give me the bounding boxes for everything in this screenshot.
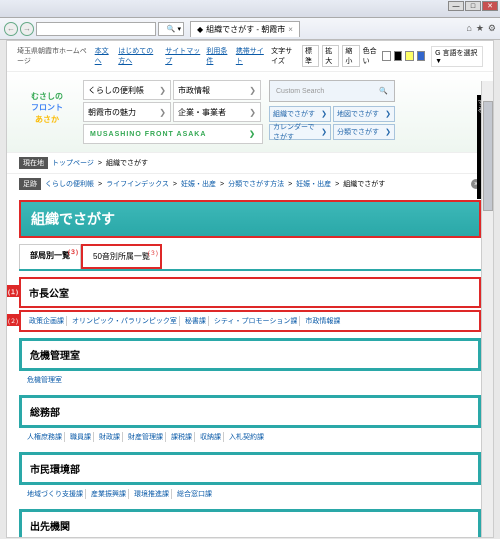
search-placeholder: Custom Search <box>276 88 324 95</box>
logo-line3: あさか <box>35 114 59 125</box>
font-small[interactable]: 縮小 <box>342 45 359 67</box>
search-tab-category[interactable]: 分類でさがす❯ <box>333 124 395 140</box>
scroll-thumb[interactable] <box>483 101 493 211</box>
musashino-banner[interactable]: MUSASHINO FRONT ASAKA❯ <box>83 124 263 144</box>
dept-link[interactable]: 収納課 <box>198 432 224 442</box>
nav-kigyou[interactable]: 企業・事業者❯ <box>173 102 261 122</box>
search-tab-org[interactable]: 組織でさがす❯ <box>269 106 331 122</box>
section-shicho: (１) 市長公室 <box>19 277 481 308</box>
chevron-right-icon: ❯ <box>249 130 256 138</box>
bc-current: 組織でさがす <box>106 158 148 168</box>
address-bar[interactable] <box>36 22 156 36</box>
dept-link[interactable]: オリンピック・パラリンピック室 <box>70 316 180 326</box>
top-link-0[interactable]: 本文へ <box>95 46 113 66</box>
nav-miryoku[interactable]: 朝霞市の魅力❯ <box>83 102 171 122</box>
marker-1: (１) <box>7 285 19 297</box>
dept-link[interactable]: 総合窓口課 <box>175 489 214 499</box>
section-shimin: 市民環境部 <box>19 452 481 485</box>
nav-shisei[interactable]: 市政情報❯ <box>173 80 261 100</box>
bc-link[interactable]: トップページ <box>52 158 94 168</box>
font-std[interactable]: 標準 <box>302 45 319 67</box>
maximize-button[interactable]: □ <box>465 1 481 11</box>
bc-current-label: 現在地 <box>19 157 48 169</box>
search-tab-map[interactable]: 地図でさがす❯ <box>333 106 395 122</box>
bc-link[interactable]: 妊娠・出産 <box>181 179 216 189</box>
color-label: 色合い <box>363 46 380 66</box>
nav-kurashi[interactable]: くらしの便利帳❯ <box>83 80 171 100</box>
tab-badge: (３) <box>148 248 158 257</box>
dept-link[interactable]: 人権庶務課 <box>25 432 65 442</box>
section-desaki: 出先機関 <box>19 509 481 538</box>
logo-line2: フロント <box>31 102 63 113</box>
dept-link[interactable]: 地域づくり支援課 <box>25 489 86 499</box>
tab-gojuon[interactable]: 50音別所属一覧(３) <box>81 244 162 269</box>
color-blue[interactable] <box>417 51 425 61</box>
home-icon[interactable]: ⌂ <box>466 23 471 34</box>
bc-link[interactable]: 妊娠・出産 <box>296 179 331 189</box>
bc-current: 組織でさがす <box>343 179 385 189</box>
page-title: 組織でさがす <box>19 200 481 238</box>
dept-link[interactable]: 産業振興課 <box>89 489 129 499</box>
site-name: 埼玉県朝霞市ホームページ <box>17 46 89 66</box>
tab-close-icon[interactable]: × <box>288 25 293 34</box>
chevron-right-icon: ❯ <box>159 108 166 117</box>
dept-link[interactable]: 秘書課 <box>183 316 209 326</box>
section-soumu: 総務部 <box>19 395 481 428</box>
bc-link[interactable]: くらしの便利帳 <box>45 179 94 189</box>
tab-title: 組織でさがす - 朝霞市 <box>206 24 285 35</box>
bc-history-label: 足跡 <box>19 178 41 190</box>
dept-link[interactable]: 職員課 <box>68 432 94 442</box>
sublist-kiki: 危機管理室 <box>19 371 481 389</box>
dept-link[interactable]: 危機管理室 <box>25 375 64 385</box>
browser-search[interactable]: 🔍 ▾ <box>158 22 184 36</box>
minimize-button[interactable]: — <box>448 1 464 11</box>
site-logo[interactable]: むさしの フロント あさか <box>17 80 77 136</box>
dept-link[interactable]: 環境推進課 <box>132 489 172 499</box>
top-link-2[interactable]: サイトマップ <box>165 46 200 66</box>
star-icon[interactable]: ★ <box>476 23 484 34</box>
top-link-3[interactable]: 利用条件 <box>206 46 229 66</box>
sublist-soumu: 人権庶務課 職員課 財政課 財産管理課 課税課 収納課 入札契約課 <box>19 428 481 446</box>
font-large[interactable]: 拡大 <box>322 45 339 67</box>
scrollbar[interactable] <box>481 81 493 537</box>
marker-2: (２) <box>7 314 19 326</box>
logo-line1: むさしの <box>31 91 63 102</box>
dept-link[interactable]: 財政課 <box>97 432 123 442</box>
chevron-right-icon: ❯ <box>159 86 166 95</box>
close-window-button[interactable]: ✕ <box>482 1 498 11</box>
dept-link[interactable]: 市政情報課 <box>303 316 342 326</box>
color-yellow[interactable] <box>405 51 413 61</box>
search-icon[interactable]: 🔍 <box>379 87 388 95</box>
font-size-label: 文字サイズ <box>271 46 299 66</box>
top-link-4[interactable]: 携帯サイト <box>236 46 265 66</box>
tab-badge: (３) <box>68 247 78 256</box>
tab-favicon: ◆ <box>197 25 203 34</box>
color-black[interactable] <box>394 51 402 61</box>
chevron-right-icon: ❯ <box>249 86 256 95</box>
dept-link[interactable]: 入札契約課 <box>227 432 266 442</box>
google-translate[interactable]: G 言語を選択 ▼ <box>431 46 483 67</box>
top-link-1[interactable]: はじめての方へ <box>118 46 159 66</box>
sublist-shimin: 地域づくり支援課 産業振興課 環境推進課 総合窓口課 <box>19 485 481 503</box>
bc-link[interactable]: 分類でさがす方法 <box>228 179 284 189</box>
sublist-shicho: (２) 政策企画課 オリンピック・パラリンピック室 秘書課 シティ・プロモーショ… <box>19 310 481 332</box>
search-tab-calendar[interactable]: カレンダーでさがす❯ <box>269 124 331 140</box>
back-button[interactable]: ← <box>4 22 18 36</box>
browser-tab[interactable]: ◆ 組織でさがす - 朝霞市 × <box>190 21 300 37</box>
chevron-right-icon: ❯ <box>249 108 256 117</box>
dept-link[interactable]: 財産管理課 <box>126 432 166 442</box>
dept-link[interactable]: 政策企画課 <box>27 316 67 326</box>
dept-link[interactable]: 課税課 <box>169 432 195 442</box>
dept-link[interactable]: シティ・プロモーション課 <box>212 316 300 326</box>
forward-button[interactable]: → <box>20 22 34 36</box>
tab-bukyoku[interactable]: 部局別一覧(３) <box>19 244 81 269</box>
gear-icon[interactable]: ⚙ <box>488 23 496 34</box>
custom-search-box[interactable]: Custom Search 🔍 <box>269 80 395 102</box>
section-kiki: 危機管理室 <box>19 338 481 371</box>
bc-link[interactable]: ライフインデックス <box>106 179 169 189</box>
color-white[interactable] <box>382 51 390 61</box>
